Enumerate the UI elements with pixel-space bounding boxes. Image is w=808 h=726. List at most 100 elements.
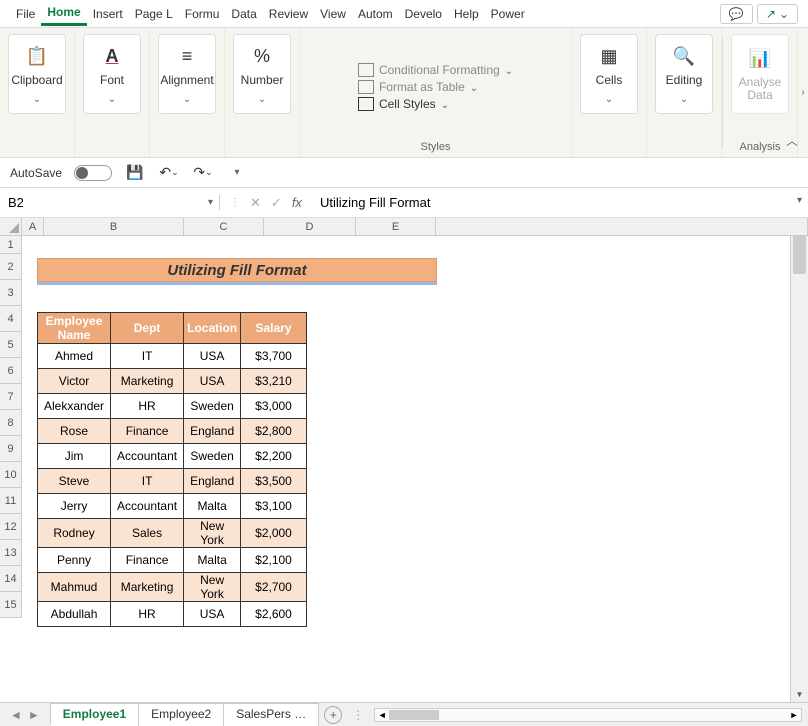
cells-button[interactable]: ▦ Cells — [580, 34, 638, 114]
cell-loc[interactable]: USA — [184, 344, 241, 369]
row-header-14[interactable]: 14 — [0, 566, 21, 592]
tab-automate[interactable]: Autom — [352, 3, 399, 25]
header-salary[interactable]: Salary — [241, 313, 307, 344]
tab-help[interactable]: Help — [448, 3, 485, 25]
title-banner-cell[interactable]: Utilizing Fill Format — [37, 258, 437, 282]
row-header-7[interactable]: 7 — [0, 384, 21, 410]
row-header-15[interactable]: 15 — [0, 592, 21, 618]
fx-icon[interactable]: fx — [292, 195, 302, 210]
tab-formulas[interactable]: Formu — [179, 3, 226, 25]
cell-salary[interactable]: $2,000 — [241, 519, 307, 548]
cell-name[interactable]: Steve — [38, 469, 111, 494]
cell-dept[interactable]: Finance — [111, 419, 184, 444]
cell-name[interactable]: Ahmed — [38, 344, 111, 369]
row-header-1[interactable]: 1 — [0, 236, 21, 254]
header-employee-name[interactable]: Employee Name — [38, 313, 111, 344]
chevron-down-icon[interactable]: ▾ — [208, 197, 213, 208]
scroll-left-icon[interactable]: ◄ — [375, 709, 389, 721]
table-row[interactable]: AlekxanderHRSweden$3,000 — [38, 394, 307, 419]
alignment-button[interactable]: ≡ Alignment — [158, 34, 216, 114]
name-box[interactable]: B2 ▾ — [0, 195, 220, 210]
font-button[interactable]: A Font — [83, 34, 141, 114]
cell-dept[interactable]: IT — [111, 469, 184, 494]
share-button[interactable]: ↗⌄ — [757, 4, 798, 24]
col-header-a[interactable]: A — [22, 218, 44, 235]
cell-loc[interactable]: Sweden — [184, 444, 241, 469]
table-row[interactable]: JimAccountantSweden$2,200 — [38, 444, 307, 469]
ribbon-overflow-button[interactable]: › — [798, 28, 808, 157]
cell-loc[interactable]: Malta — [184, 548, 241, 573]
qat-customize-button[interactable]: ▾ — [226, 162, 248, 184]
hscroll-thumb[interactable] — [389, 710, 439, 720]
worksheet-grid[interactable]: A B C D E 123456789101112131415 Utilizin… — [0, 218, 808, 702]
undo-button[interactable]: ↶⌄ — [158, 162, 180, 184]
row-header-3[interactable]: 3 — [0, 280, 21, 306]
cell-loc[interactable]: USA — [184, 602, 241, 627]
cell-name[interactable]: Rodney — [38, 519, 111, 548]
table-row[interactable]: AhmedITUSA$3,700 — [38, 344, 307, 369]
row-header-5[interactable]: 5 — [0, 332, 21, 358]
cell-salary[interactable]: $2,600 — [241, 602, 307, 627]
cell-salary[interactable]: $3,210 — [241, 369, 307, 394]
tab-home[interactable]: Home — [41, 1, 86, 26]
scroll-thumb[interactable] — [793, 234, 806, 274]
col-header-b[interactable]: B — [44, 218, 184, 235]
row-header-6[interactable]: 6 — [0, 358, 21, 384]
formula-handle-icon[interactable]: ⋮ — [230, 197, 240, 208]
tab-review[interactable]: Review — [263, 3, 314, 25]
sheet-tab-employee2[interactable]: Employee2 — [138, 703, 224, 726]
cell-dept[interactable]: HR — [111, 602, 184, 627]
cell-salary[interactable]: $3,100 — [241, 494, 307, 519]
clipboard-button[interactable]: 📋 Clipboard — [8, 34, 66, 114]
tab-view[interactable]: View — [314, 3, 352, 25]
cell-styles-button[interactable]: Cell Styles — [358, 97, 513, 111]
format-as-table-button[interactable]: Format as Table — [358, 80, 513, 94]
cell-name[interactable]: Jerry — [38, 494, 111, 519]
cell-loc[interactable]: England — [184, 469, 241, 494]
tab-insert[interactable]: Insert — [87, 3, 129, 25]
table-row[interactable]: SteveITEngland$3,500 — [38, 469, 307, 494]
header-dept[interactable]: Dept — [111, 313, 184, 344]
accept-formula-button[interactable]: ✓ — [271, 195, 282, 211]
row-header-4[interactable]: 4 — [0, 306, 21, 332]
cell-loc[interactable]: England — [184, 419, 241, 444]
cell-name[interactable]: Penny — [38, 548, 111, 573]
editing-button[interactable]: 🔍 Editing — [655, 34, 713, 114]
sheet-tab-employee1[interactable]: Employee1 — [50, 703, 139, 726]
table-row[interactable]: MahmudMarketingNew York$2,700 — [38, 573, 307, 602]
cell-salary[interactable]: $2,700 — [241, 573, 307, 602]
cell-salary[interactable]: $3,000 — [241, 394, 307, 419]
vertical-scrollbar[interactable]: ▲ ▼ — [790, 218, 808, 702]
cell-name[interactable]: Jim — [38, 444, 111, 469]
row-header-2[interactable]: 2 — [0, 254, 21, 280]
table-row[interactable]: PennyFinanceMalta$2,100 — [38, 548, 307, 573]
cell-name[interactable]: Mahmud — [38, 573, 111, 602]
cell-dept[interactable]: Marketing — [111, 573, 184, 602]
autosave-toggle[interactable] — [74, 165, 112, 181]
cell-dept[interactable]: IT — [111, 344, 184, 369]
sheet-nav-prev[interactable]: ◄ — [10, 708, 22, 722]
cell-salary[interactable]: $2,200 — [241, 444, 307, 469]
tab-pagelayout[interactable]: Page L — [129, 3, 179, 25]
comments-button[interactable]: 💬 — [720, 4, 753, 24]
cell-dept[interactable]: Finance — [111, 548, 184, 573]
row-header-12[interactable]: 12 — [0, 514, 21, 540]
new-sheet-button[interactable]: + — [324, 706, 342, 724]
select-all-corner[interactable] — [0, 218, 22, 235]
cell-salary[interactable]: $3,500 — [241, 469, 307, 494]
number-button[interactable]: % Number — [233, 34, 291, 114]
cell-salary[interactable]: $2,800 — [241, 419, 307, 444]
scroll-down-icon[interactable]: ▼ — [791, 686, 808, 702]
cell-name[interactable]: Abdullah — [38, 602, 111, 627]
tab-developer[interactable]: Develo — [399, 3, 448, 25]
row-header-8[interactable]: 8 — [0, 410, 21, 436]
table-row[interactable]: AbdullahHRUSA$2,600 — [38, 602, 307, 627]
redo-button[interactable]: ↷⌄ — [192, 162, 214, 184]
tab-split-handle[interactable]: ⋮ — [348, 708, 368, 722]
tab-file[interactable]: File — [10, 3, 41, 25]
cell-dept[interactable]: Sales — [111, 519, 184, 548]
conditional-formatting-button[interactable]: Conditional Formatting — [358, 63, 513, 77]
expand-formula-icon[interactable]: ▾ — [797, 195, 802, 206]
row-header-10[interactable]: 10 — [0, 462, 21, 488]
cell-name[interactable]: Alekxander — [38, 394, 111, 419]
